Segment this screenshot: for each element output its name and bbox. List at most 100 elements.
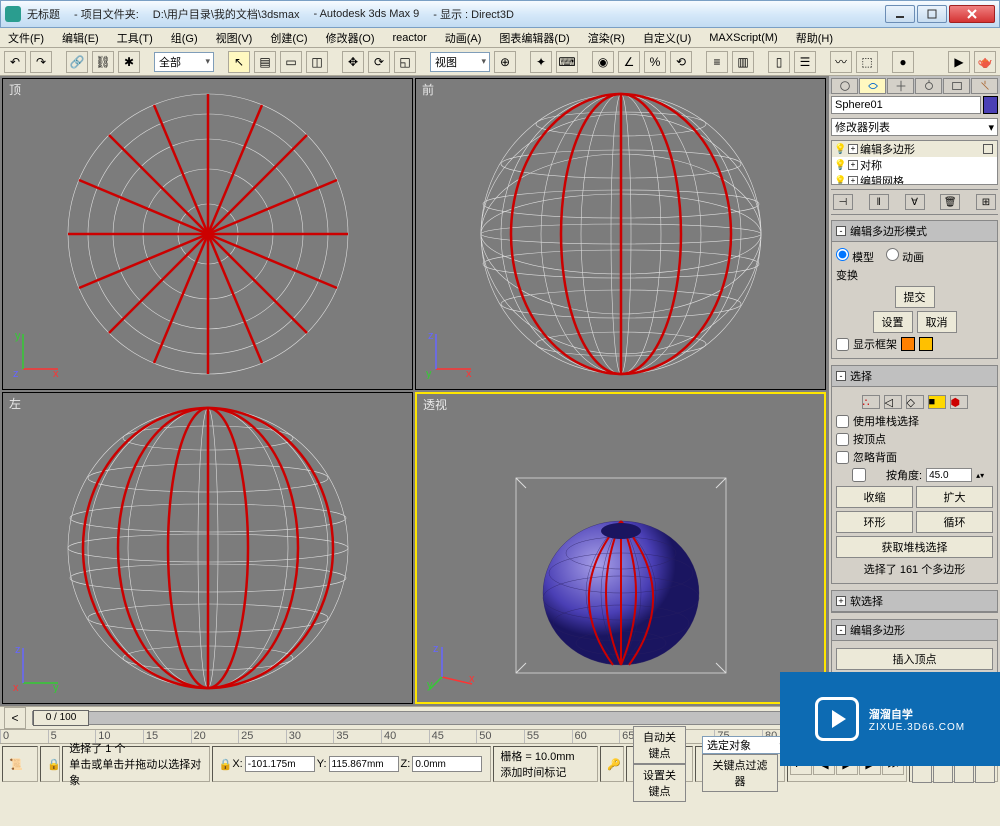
maximize-vp-button[interactable] <box>954 765 974 783</box>
close-button[interactable] <box>949 5 995 23</box>
bulb-icon[interactable]: 💡 <box>834 144 846 155</box>
select-name-button[interactable]: ▤ <box>254 51 276 73</box>
menu-group[interactable]: 组(G) <box>167 28 202 48</box>
cage-color1[interactable] <box>901 337 915 351</box>
material-button[interactable]: ● <box>892 51 914 73</box>
radio-model[interactable]: 模型 <box>836 248 874 265</box>
hierarchy-tab[interactable] <box>887 78 914 94</box>
menu-maxscript[interactable]: MAXScript(M) <box>705 30 781 46</box>
commit-button[interactable]: 提交 <box>895 286 935 308</box>
keyfilter-button[interactable]: 关键点过滤器 <box>702 754 778 792</box>
sel-element-icon[interactable]: ⬢ <box>950 395 968 409</box>
configure-button[interactable]: ⊞ <box>976 194 996 210</box>
viewport-top[interactable]: 顶 x y z <box>2 78 413 390</box>
move-button[interactable]: ✥ <box>342 51 364 73</box>
select-rect-button[interactable]: ▭ <box>280 51 302 73</box>
create-tab[interactable] <box>831 78 858 94</box>
menu-tools[interactable]: 工具(T) <box>113 28 157 48</box>
select-window-button[interactable]: ◫ <box>306 51 328 73</box>
sel-vertex-icon[interactable]: ∴ <box>862 395 880 409</box>
lock-button[interactable]: 🔒 <box>40 746 60 782</box>
sel-edge-icon[interactable]: ◁ <box>884 395 902 409</box>
link-button[interactable]: 🔗 <box>66 51 88 73</box>
maximize-button[interactable] <box>917 5 947 23</box>
coord-x-input[interactable] <box>245 756 315 772</box>
addtime-label[interactable]: 添加时间标记 <box>500 764 566 780</box>
timeconfig-button[interactable]: < <box>4 707 26 729</box>
expand-icon[interactable]: + <box>848 160 858 170</box>
lock-icon[interactable]: 🔒 <box>219 758 233 771</box>
viewport-left[interactable]: 左 y z x <box>2 392 413 704</box>
sel-border-icon[interactable]: ◇ <box>906 395 924 409</box>
menu-view[interactable]: 视图(V) <box>212 28 257 48</box>
pan-button[interactable] <box>912 765 932 783</box>
ring-button[interactable]: 环形 <box>836 511 913 533</box>
object-name-input[interactable] <box>831 96 981 114</box>
viewport-perspective[interactable]: 透视 x z <box>415 392 826 704</box>
loop-button[interactable]: 循环 <box>916 511 993 533</box>
make-unique-button[interactable]: ∀ <box>905 194 925 210</box>
cage-color2[interactable] <box>919 337 933 351</box>
bulb-icon[interactable]: 💡 <box>834 176 846 186</box>
by-angle-checkbox[interactable] <box>836 468 882 482</box>
angle-input[interactable] <box>926 468 972 482</box>
snap-button[interactable]: ◉ <box>592 51 614 73</box>
utilities-tab[interactable] <box>971 78 998 94</box>
set-button[interactable]: 设置 <box>873 311 913 333</box>
menu-create[interactable]: 创建(C) <box>266 28 311 48</box>
menu-modifiers[interactable]: 修改器(O) <box>322 28 379 48</box>
use-stack-checkbox[interactable] <box>836 415 849 428</box>
show-result-button[interactable]: ‖ <box>869 194 889 210</box>
angle-snap-button[interactable]: ∠ <box>618 51 640 73</box>
object-color-swatch[interactable] <box>983 96 998 114</box>
autokey-button[interactable]: 自动关键点 <box>633 726 686 764</box>
script-button[interactable]: 📜 <box>2 746 38 782</box>
key-icon[interactable]: 🔑 <box>600 746 624 782</box>
expand-icon[interactable]: + <box>848 176 858 185</box>
setkey-button[interactable]: 设置关键点 <box>633 764 686 802</box>
mirror-button[interactable]: ▥ <box>732 51 754 73</box>
by-vertex-checkbox[interactable] <box>836 433 849 446</box>
get-stack-sel-button[interactable]: 获取堆栈选择 <box>836 536 993 558</box>
undo-button[interactable]: ↶ <box>4 51 26 73</box>
menu-help[interactable]: 帮助(H) <box>792 28 837 48</box>
quick-render-button[interactable]: 🫖 <box>974 51 996 73</box>
remove-mod-button[interactable]: 🗑 <box>940 194 960 210</box>
bulb-icon[interactable]: 💡 <box>834 160 846 171</box>
manip-button[interactable]: ✦ <box>530 51 552 73</box>
orbit-button[interactable] <box>933 765 953 783</box>
time-slider-handle[interactable]: 0 / 100 <box>33 710 89 726</box>
render-scene-button[interactable]: ▶ <box>948 51 970 73</box>
menu-edit[interactable]: 编辑(E) <box>58 28 103 48</box>
unlink-button[interactable]: ⛓ <box>92 51 114 73</box>
minimize-button[interactable] <box>885 5 915 23</box>
curve-editor-button[interactable]: 〰 <box>830 51 852 73</box>
refcoord-combo[interactable]: 视图 <box>430 52 490 72</box>
coord-y-input[interactable] <box>329 756 399 772</box>
menu-reactor[interactable]: reactor <box>389 30 431 46</box>
grow-button[interactable]: 扩大 <box>916 486 993 508</box>
menu-render[interactable]: 渲染(R) <box>584 28 629 48</box>
align-button[interactable]: ▯ <box>768 51 790 73</box>
display-tab[interactable] <box>943 78 970 94</box>
schematic-button[interactable]: ⬚ <box>856 51 878 73</box>
modify-tab[interactable] <box>859 78 886 94</box>
menu-grapheditor[interactable]: 图表编辑器(D) <box>495 28 573 48</box>
menu-customize[interactable]: 自定义(U) <box>639 28 695 48</box>
cancel-button[interactable]: 取消 <box>917 311 957 333</box>
menu-file[interactable]: 文件(F) <box>4 28 48 48</box>
insert-vertex-button[interactable]: 插入顶点 <box>836 648 993 670</box>
menu-animation[interactable]: 动画(A) <box>441 28 486 48</box>
fov-button[interactable] <box>975 765 995 783</box>
expand-icon[interactable]: + <box>848 144 858 154</box>
modifier-list-combo[interactable]: 修改器列表 <box>831 118 998 136</box>
layer-button[interactable]: ☰ <box>794 51 816 73</box>
viewport-front[interactable]: 前 x z y <box>415 78 826 390</box>
coord-z-input[interactable] <box>412 756 482 772</box>
cage-icon[interactable] <box>983 144 993 154</box>
pin-stack-button[interactable]: ⊣ <box>833 194 853 210</box>
radio-anim[interactable]: 动画 <box>886 248 924 265</box>
bind-button[interactable]: ✱ <box>118 51 140 73</box>
modifier-stack[interactable]: 💡+编辑多边形 💡+对称 💡+编辑网格 Sphere <box>831 140 998 185</box>
select-button[interactable]: ↖ <box>228 51 250 73</box>
